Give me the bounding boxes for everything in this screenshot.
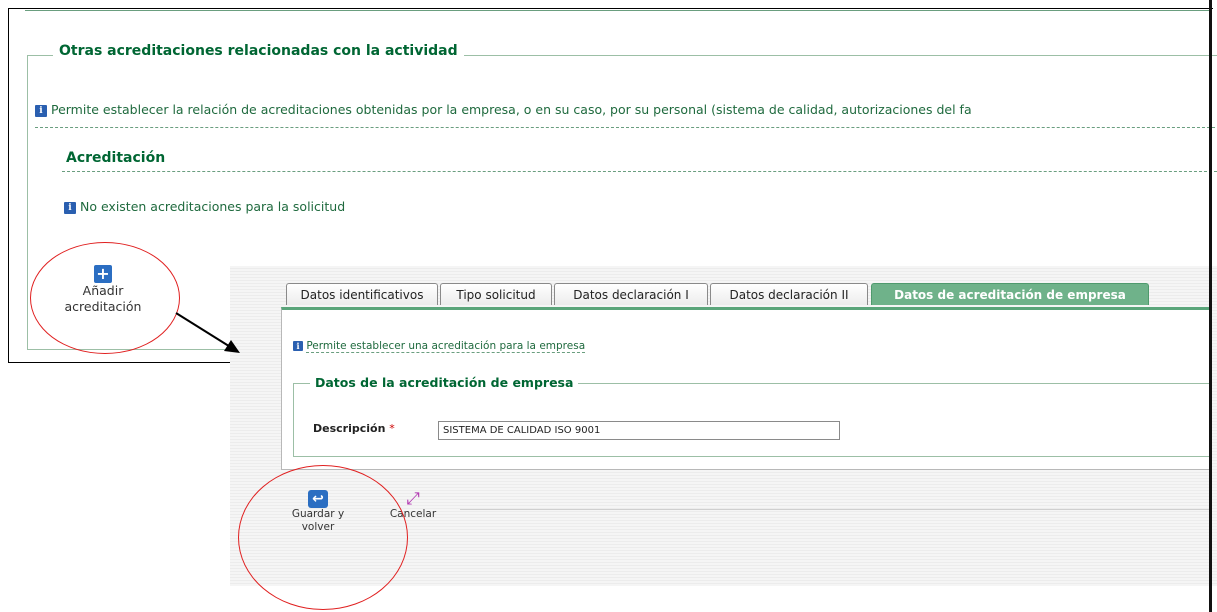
tab-datos-declaracion-1[interactable]: Datos declaración I (554, 283, 708, 305)
tab-datos-acreditacion-empresa[interactable]: Datos de acreditación de empresa (871, 283, 1149, 305)
tab-tipo-solicitud[interactable]: Tipo solicitud (440, 283, 552, 305)
tab-datos-identificativos[interactable]: Datos identificativos (286, 283, 438, 305)
empty-list-text: No existen acreditaciones para la solici… (79, 199, 346, 214)
info-icon: i (293, 341, 303, 351)
datos-acreditacion-fieldset (293, 383, 1210, 457)
section-legend: Otras acreditaciones relacionadas con la… (53, 43, 464, 59)
acreditacion-heading: Acreditación (66, 150, 166, 166)
annotation-circle-add (30, 242, 180, 354)
dashed-divider (35, 127, 1215, 128)
top-divider (25, 10, 1210, 11)
fieldset-legend: Datos de la acreditación de empresa (310, 375, 579, 390)
info-icon: i (64, 201, 76, 214)
cancel-icon: ⤢ (406, 489, 420, 509)
form-info-message: i Permite establecer una acreditación pa… (293, 340, 586, 353)
info-message-text: Permite establecer la relación de acredi… (50, 102, 972, 117)
description-input[interactable] (438, 421, 840, 440)
dashed-divider (62, 171, 1217, 172)
info-message: i Permite establecer la relación de acre… (35, 102, 972, 117)
required-mark: * (389, 422, 395, 435)
info-icon: i (35, 104, 47, 117)
description-label-text: Descripción (313, 422, 386, 435)
description-label: Descripción * (313, 422, 395, 435)
annotation-circle-save (238, 465, 408, 610)
right-edge-bar (1209, 0, 1212, 612)
empty-list-message: i No existen acreditaciones para la soli… (64, 199, 345, 214)
form-info-text: Permite establecer una acreditación para… (306, 340, 586, 353)
tab-datos-declaracion-2[interactable]: Datos declaración II (710, 283, 868, 305)
toolbar-divider (460, 509, 1210, 510)
